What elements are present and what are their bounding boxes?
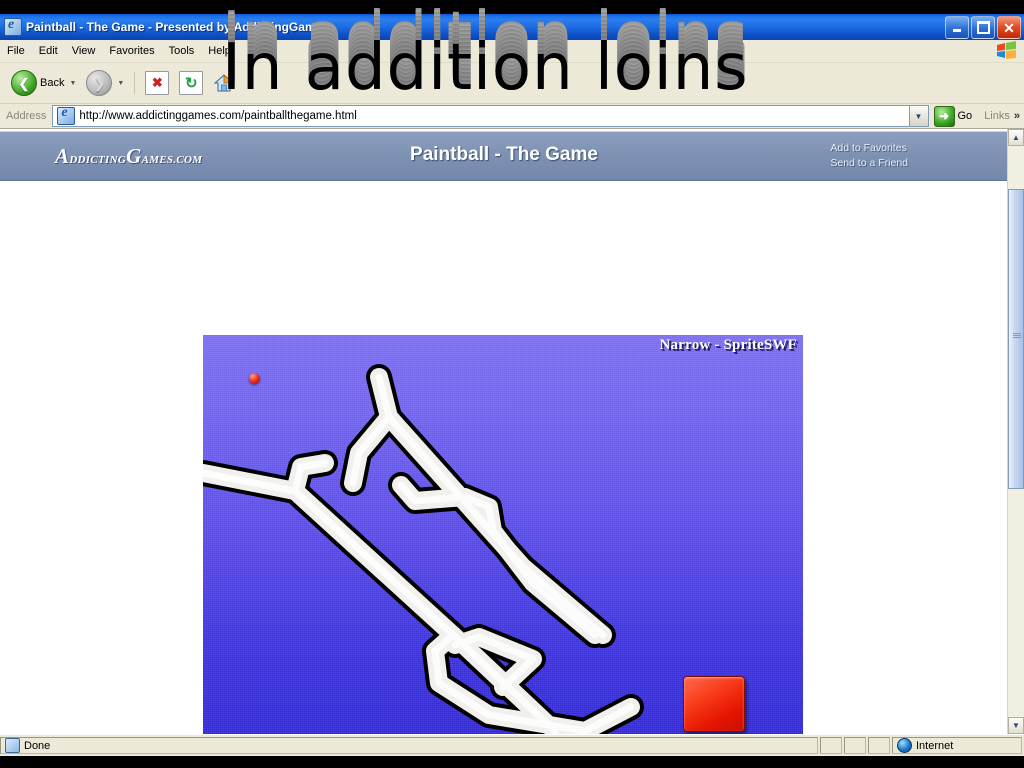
document-icon <box>5 738 20 753</box>
address-input[interactable]: http://www.addictinggames.com/paintballt… <box>52 105 910 127</box>
header-links: Add to Favorites Send to a Friend <box>830 141 908 171</box>
send-to-friend-link[interactable]: Send to a Friend <box>830 156 908 171</box>
forward-arrow-icon: ❯ <box>86 70 113 96</box>
links-label[interactable]: Links <box>984 110 1010 122</box>
status-pane-4 <box>868 737 890 754</box>
chevron-down-icon: ▼ <box>914 111 923 121</box>
game-track-lines <box>203 364 644 734</box>
menu-item-help[interactable]: Help <box>201 43 238 59</box>
stop-button[interactable]: ✖ <box>140 69 174 97</box>
status-bar: Done Internet <box>0 734 1024 756</box>
page-viewport: ADDICTINGGAMES.COM Paintball - The Game … <box>0 129 1024 734</box>
minimize-button[interactable] <box>945 16 969 39</box>
security-zone-pane[interactable]: Internet <box>892 737 1022 754</box>
menu-item-tools[interactable]: Tools <box>162 43 202 59</box>
stop-icon: ✖ <box>145 71 170 95</box>
go-label: Go <box>957 110 973 122</box>
game-canvas[interactable]: Narrow - SpriteSWF Menu Clear Go <box>203 335 803 734</box>
windows-flag-icon <box>997 41 1016 59</box>
address-bar: Address http://www.addictinggames.com/pa… <box>0 104 1024 129</box>
close-button[interactable]: ✕ <box>997 16 1021 39</box>
address-label: Address <box>6 110 47 122</box>
go-arrow-icon: ➜ <box>933 105 955 127</box>
close-icon: ✕ <box>1003 19 1015 36</box>
menu-bar: File Edit View Favorites Tools Help <box>0 40 1024 63</box>
vertical-scrollbar[interactable]: ▲ ▼ <box>1007 129 1024 734</box>
menu-item-edit[interactable]: Edit <box>32 43 65 59</box>
forward-button[interactable]: ❯ ▼ <box>81 68 129 98</box>
screen: Paintball - The Game - Presented by Addi… <box>0 0 1024 768</box>
menu-item-favorites[interactable]: Favorites <box>102 43 161 59</box>
minimize-icon <box>953 29 961 32</box>
paintball-ball <box>249 373 260 384</box>
go-button[interactable]: ➜ Go <box>933 105 973 127</box>
home-button[interactable] <box>208 71 240 95</box>
maximize-button[interactable] <box>971 16 995 39</box>
links-chevron-icon[interactable]: » <box>1014 110 1020 122</box>
home-icon <box>214 74 235 92</box>
back-chevron-down-icon[interactable]: ▼ <box>69 80 76 87</box>
add-to-favorites-link[interactable]: Add to Favorites <box>830 141 908 156</box>
status-pane-2 <box>820 737 842 754</box>
forward-chevron-down-icon[interactable]: ▼ <box>117 80 124 87</box>
ie-logo-icon <box>4 17 22 36</box>
scrollbar-thumb[interactable] <box>1008 189 1024 489</box>
site-header: ADDICTINGGAMES.COM Paintball - The Game … <box>0 131 1008 181</box>
scroll-up-button[interactable]: ▲ <box>1008 129 1024 146</box>
toolbar-separator <box>134 72 136 94</box>
browser-window: Paintball - The Game - Presented by Addi… <box>0 14 1024 756</box>
refresh-icon: ↻ <box>179 71 204 95</box>
status-pane-3 <box>844 737 866 754</box>
target-square[interactable] <box>683 676 745 732</box>
web-page: ADDICTINGGAMES.COM Paintball - The Game … <box>0 129 1008 734</box>
address-dropdown-button[interactable]: ▼ <box>909 105 929 127</box>
title-bar: Paintball - The Game - Presented by Addi… <box>0 14 1024 40</box>
status-message: Done <box>24 739 51 752</box>
menu-item-view[interactable]: View <box>65 43 103 59</box>
refresh-button[interactable]: ↻ <box>174 69 208 97</box>
menu-item-file[interactable]: File <box>0 43 32 59</box>
globe-icon <box>897 738 912 753</box>
page-icon <box>57 105 76 125</box>
maximize-icon <box>976 21 990 34</box>
back-label: Back <box>40 77 65 89</box>
scrollbar-grip-icon <box>1013 333 1021 339</box>
address-url-text: http://www.addictinggames.com/paintballt… <box>79 110 357 122</box>
window-controls: ✕ <box>945 16 1021 39</box>
window-title: Paintball - The Game - Presented by Addi… <box>26 20 329 34</box>
security-zone-label: Internet <box>916 739 954 752</box>
game-mode-label: Narrow - SpriteSWF <box>659 337 797 353</box>
back-button[interactable]: ❮ Back ▼ <box>6 68 81 98</box>
back-arrow-icon: ❮ <box>11 70 37 96</box>
browser-toolbar: ❮ Back ▼ ❯ ▼ ✖ ↻ <box>0 63 1024 104</box>
scroll-down-button[interactable]: ▼ <box>1008 717 1024 734</box>
status-message-pane: Done <box>0 737 818 754</box>
